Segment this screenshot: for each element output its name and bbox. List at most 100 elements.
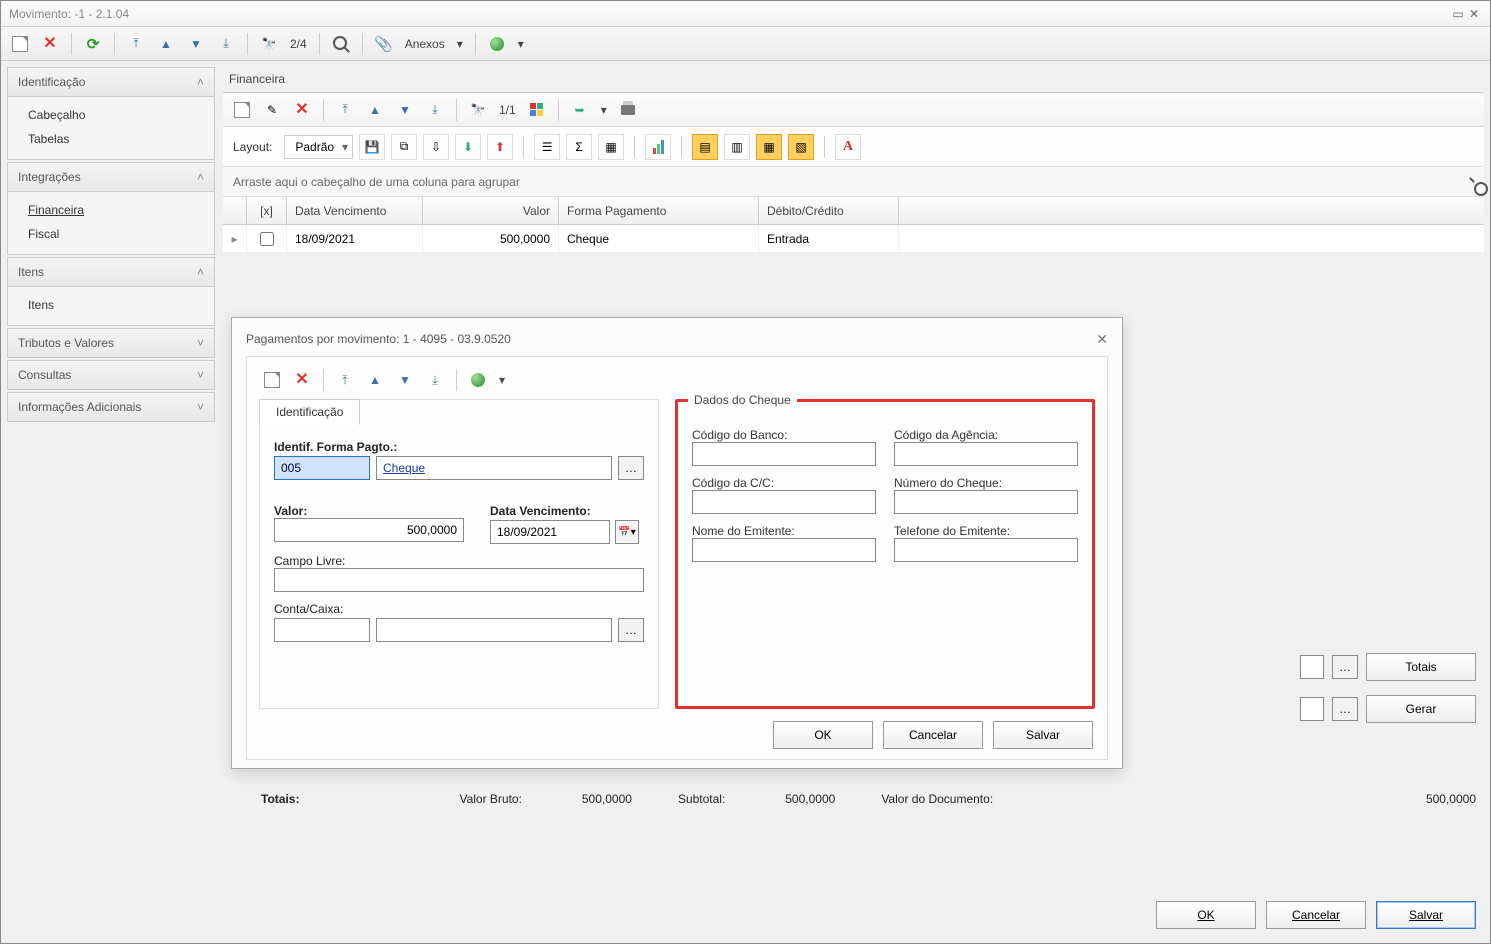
telemit-input[interactable]: [894, 538, 1078, 562]
dlg-first-button[interactable]: ⤒: [332, 367, 358, 393]
window-restore-icon[interactable]: ▭: [1450, 7, 1466, 21]
valor-input[interactable]: [274, 518, 464, 542]
col-checkbox[interactable]: [x]: [247, 197, 287, 224]
dialog-ok-button[interactable]: OK: [773, 721, 873, 749]
table-row[interactable]: ▸ 18/09/2021 500,0000 Cheque Entrada: [223, 225, 1484, 253]
find-button[interactable]: 🔭: [256, 31, 282, 57]
col-data-vencimento[interactable]: Data Vencimento: [287, 197, 423, 224]
globe-dropdown-icon[interactable]: ▾: [514, 37, 528, 51]
contacaixa-lookup-button[interactable]: …: [618, 618, 644, 642]
attachments-label[interactable]: Anexos: [401, 37, 449, 51]
behind-ellipsis-2[interactable]: …: [1332, 697, 1358, 721]
gerar-button[interactable]: Gerar: [1366, 695, 1476, 723]
nav-last-button[interactable]: ⤓: [213, 31, 239, 57]
globe-button[interactable]: [484, 31, 510, 57]
view-mode-3-button[interactable]: ▦: [756, 134, 782, 160]
sidebar-item-tabelas[interactable]: Tabelas: [8, 127, 214, 151]
dlg-globe-button[interactable]: [465, 367, 491, 393]
view-mode-4-button[interactable]: ▧: [788, 134, 814, 160]
dlg-delete-button[interactable]: ✕: [289, 367, 315, 393]
layout-sum-button[interactable]: Σ: [566, 134, 592, 160]
layout-group-button[interactable]: ▦: [598, 134, 624, 160]
ident-code-input[interactable]: [274, 456, 370, 480]
totais-button[interactable]: Totais: [1366, 653, 1476, 681]
nomeemit-input[interactable]: [692, 538, 876, 562]
group-by-bar[interactable]: Arraste aqui o cabeçalho de uma coluna p…: [223, 167, 1484, 197]
ident-lookup-button[interactable]: …: [618, 456, 644, 480]
sub-export-dd-icon[interactable]: ▾: [597, 103, 611, 117]
dlg-globe-dd-icon[interactable]: ▾: [495, 373, 509, 387]
row-checkbox-input[interactable]: [260, 232, 274, 246]
col-debito-credito[interactable]: Débito/Crédito: [759, 197, 899, 224]
dlg-new-button[interactable]: [259, 367, 285, 393]
layout-copy-button[interactable]: ⧉: [391, 134, 417, 160]
layout-chart-button[interactable]: [645, 134, 671, 160]
nav-next-button[interactable]: ▼: [183, 31, 209, 57]
sub-edit-button[interactable]: ✎: [259, 97, 285, 123]
sub-export-button[interactable]: ➥: [567, 97, 593, 123]
layout-export-up-button[interactable]: ⬆: [487, 134, 513, 160]
font-button[interactable]: A: [835, 134, 861, 160]
attach-button[interactable]: 📎: [371, 31, 397, 57]
behind-field-2[interactable]: [1300, 697, 1324, 721]
nav-prev-button[interactable]: ▲: [153, 31, 179, 57]
accordion-consultas[interactable]: Consultas˅: [7, 360, 215, 390]
dlg-prev-button[interactable]: ▲: [362, 367, 388, 393]
sidebar-item-financeira[interactable]: Financeira: [8, 198, 214, 222]
accordion-identificacao[interactable]: Identificação˄: [7, 67, 215, 97]
new-button[interactable]: [7, 31, 33, 57]
sub-new-button[interactable]: [229, 97, 255, 123]
bottom-ok-button[interactable]: OK: [1156, 901, 1256, 929]
accordion-itens[interactable]: Itens˄: [7, 257, 215, 287]
codbanco-input[interactable]: [692, 442, 876, 466]
accordion-info-adicionais[interactable]: Informações Adicionais˅: [7, 392, 215, 422]
layout-filter-button[interactable]: ☰: [534, 134, 560, 160]
bottom-cancel-button[interactable]: Cancelar: [1266, 901, 1366, 929]
numcheque-input[interactable]: [894, 490, 1078, 514]
view-mode-2-button[interactable]: ▥: [724, 134, 750, 160]
layout-dropdown[interactable]: Padrão: [284, 135, 353, 159]
sidebar-item-cabecalho[interactable]: Cabeçalho: [8, 103, 214, 127]
sub-last-button[interactable]: ⤓: [422, 97, 448, 123]
tab-identificacao[interactable]: Identificação: [259, 399, 360, 425]
window-close-icon[interactable]: ✕: [1466, 7, 1482, 21]
campolivre-input[interactable]: [274, 568, 644, 592]
dlg-last-button[interactable]: ⤓: [422, 367, 448, 393]
sub-next-button[interactable]: ▼: [392, 97, 418, 123]
delete-button[interactable]: ✕: [37, 31, 63, 57]
col-valor[interactable]: Valor: [423, 197, 559, 224]
sub-find-button[interactable]: 🔭: [465, 97, 491, 123]
refresh-button[interactable]: ⟳: [80, 31, 106, 57]
codcc-input[interactable]: [692, 490, 876, 514]
dialog-close-icon[interactable]: ✕: [1096, 331, 1108, 348]
accordion-tributos[interactable]: Tributos e Valores˅: [7, 328, 215, 358]
ident-link-input[interactable]: [376, 456, 612, 480]
sub-grid-button[interactable]: [524, 97, 550, 123]
zoom-button[interactable]: [328, 31, 354, 57]
behind-field-1[interactable]: [1300, 655, 1324, 679]
nav-first-button[interactable]: ⤒: [123, 31, 149, 57]
dlg-next-button[interactable]: ▼: [392, 367, 418, 393]
codagencia-input[interactable]: [894, 442, 1078, 466]
date-picker-button[interactable]: 📅▾: [615, 520, 639, 544]
view-mode-1-button[interactable]: ▤: [692, 134, 718, 160]
behind-ellipsis-1[interactable]: …: [1332, 655, 1358, 679]
sidebar-item-itens[interactable]: Itens: [8, 293, 214, 317]
sub-print-button[interactable]: [615, 97, 641, 123]
sub-prev-button[interactable]: ▲: [362, 97, 388, 123]
dialog-cancel-button[interactable]: Cancelar: [883, 721, 983, 749]
accordion-integracoes[interactable]: Integrações˄: [7, 162, 215, 192]
contacaixa-desc-input[interactable]: [376, 618, 612, 642]
contacaixa-code-input[interactable]: [274, 618, 370, 642]
row-checkbox[interactable]: [247, 225, 287, 252]
bottom-save-button[interactable]: Salvar: [1376, 901, 1476, 929]
col-forma-pagamento[interactable]: Forma Pagamento: [559, 197, 759, 224]
sidebar-item-fiscal[interactable]: Fiscal: [8, 222, 214, 246]
layout-import-button[interactable]: ⇩: [423, 134, 449, 160]
dialog-save-button[interactable]: Salvar: [993, 721, 1093, 749]
attachments-dropdown-icon[interactable]: ▾: [453, 37, 467, 51]
layout-save-button[interactable]: 💾: [359, 134, 385, 160]
sub-delete-button[interactable]: ✕: [289, 97, 315, 123]
dataven-input[interactable]: [490, 520, 610, 544]
sub-first-button[interactable]: ⤒: [332, 97, 358, 123]
